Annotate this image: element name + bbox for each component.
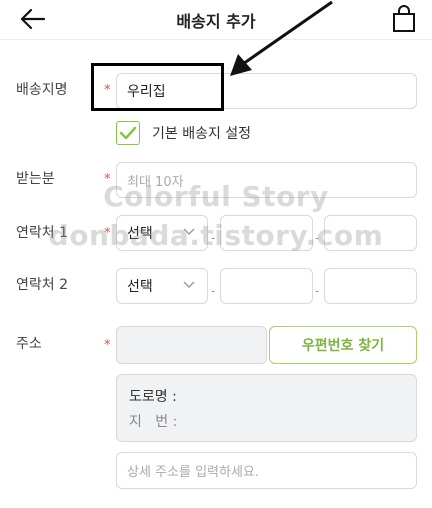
dash: -	[315, 231, 320, 245]
select-value: 선택	[127, 226, 153, 242]
phone2-prefix-select[interactable]: 선택	[116, 268, 208, 304]
header-bar: 배송지 추가	[0, 0, 432, 40]
dash: -	[211, 284, 216, 298]
recipient-input[interactable]: 최대 10자	[116, 162, 417, 198]
phone2-last-input[interactable]	[324, 268, 417, 304]
required-mark: *	[104, 338, 111, 353]
cart-button[interactable]	[391, 5, 419, 33]
phone1-label: 연락처 1	[16, 225, 68, 241]
dash: -	[211, 231, 216, 245]
address-display-box: 도로명 : 지 번 :	[116, 374, 417, 442]
phone1-middle-input[interactable]	[220, 215, 313, 251]
chevron-down-icon	[183, 281, 195, 288]
phone2-middle-input[interactable]	[220, 268, 313, 304]
chevron-down-icon	[183, 228, 195, 235]
required-mark: *	[104, 226, 111, 241]
detail-address-input[interactable]: 상세 주소를 입력하세요.	[116, 452, 417, 489]
default-address-label: 기본 배송지 설정	[152, 126, 252, 142]
highlight-box	[91, 63, 224, 111]
default-address-checkbox[interactable]	[116, 121, 140, 145]
check-icon	[119, 126, 137, 140]
jibun-address-label: 지 번 :	[129, 414, 178, 430]
select-value: 선택	[127, 279, 153, 295]
name-label: 배송지명	[16, 82, 68, 98]
recipient-label: 받는분	[16, 171, 55, 187]
phone1-prefix-select[interactable]: 선택	[116, 215, 208, 251]
shopping-bag-icon	[393, 5, 415, 32]
page-title: 배송지 추가	[176, 12, 256, 31]
required-mark: *	[104, 172, 111, 187]
dash: -	[315, 284, 320, 298]
zipcode-field	[116, 326, 267, 364]
address-label: 주소	[16, 336, 42, 352]
phone2-label: 연락처 2	[16, 277, 68, 293]
find-zipcode-button[interactable]: 우편번호 찾기	[269, 326, 417, 364]
phone1-last-input[interactable]	[324, 215, 417, 251]
annotation-arrow-icon	[230, 0, 333, 76]
road-address-label: 도로명 :	[129, 389, 177, 405]
